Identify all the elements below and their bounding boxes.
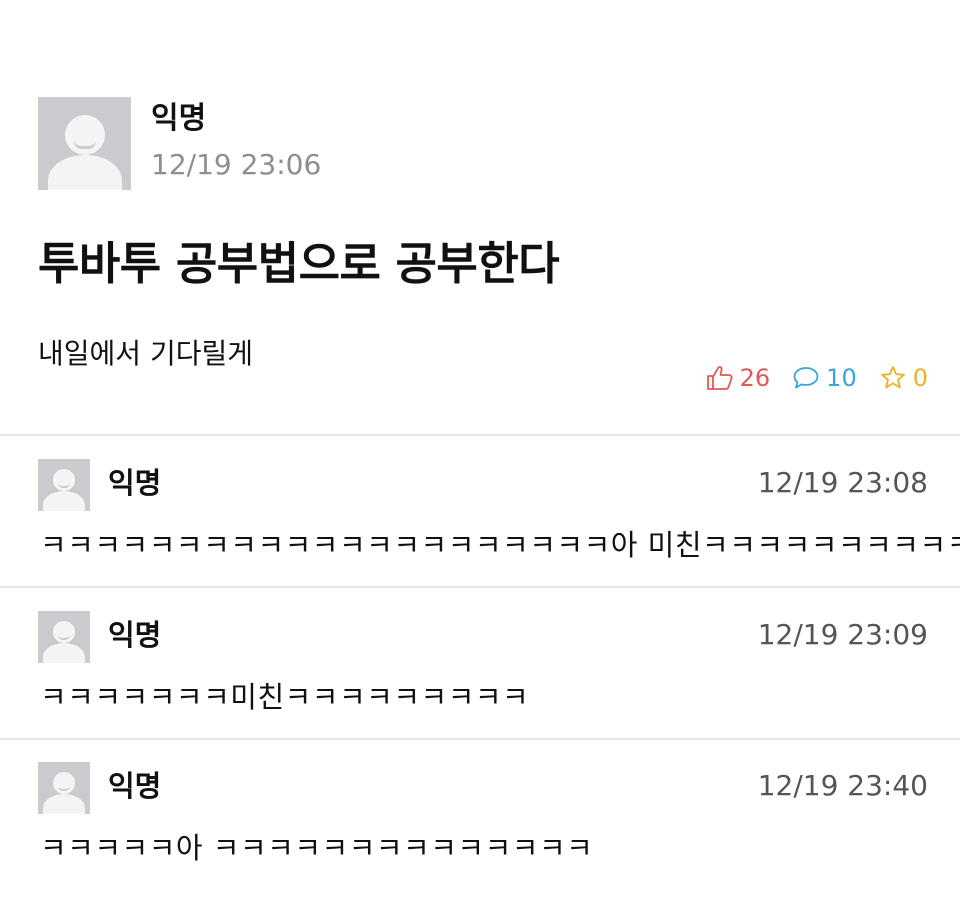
comment-item: 익명 12/19 23:08 ㅋㅋㅋㅋㅋㅋㅋㅋㅋㅋㅋㅋㅋㅋㅋㅋㅋㅋㅋㅋㅋ아 미친… <box>38 459 960 589</box>
post-author: 익명 <box>151 101 207 136</box>
like-button[interactable]: 26 <box>706 364 771 392</box>
like-count: 26 <box>739 364 771 392</box>
post-body: 내일에서 기다릴게 <box>38 337 253 370</box>
divider <box>0 586 960 588</box>
comment-avatar[interactable] <box>38 459 90 511</box>
comment-time: 12/19 23:09 <box>757 618 928 651</box>
post-title: 투바투 공부법으로 공부한다 <box>38 237 560 290</box>
post-time: 12/19 23:06 <box>151 148 322 181</box>
post-stats: 26 10 0 <box>684 364 928 392</box>
comment-text: ㅋㅋㅋㅋㅋㅋㅋㅋㅋㅋㅋㅋㅋㅋㅋㅋㅋㅋㅋㅋㅋ아 미친ㅋㅋㅋㅋㅋㅋㅋㅋㅋㅋ <box>40 528 960 562</box>
avatar-body-shape <box>43 794 85 814</box>
avatar-body-shape <box>43 491 85 511</box>
avatar-body-shape <box>47 155 122 190</box>
comment-text: ㅋㅋㅋㅋㅋㅋㅋ미친ㅋㅋㅋㅋㅋㅋㅋㅋㅋ <box>40 680 530 714</box>
speech-bubble-icon <box>793 367 819 389</box>
comment-time: 12/19 23:08 <box>757 466 928 499</box>
comment-author: 익명 <box>108 618 162 652</box>
post-avatar[interactable] <box>38 97 131 190</box>
comment-item: 익명 12/19 23:40 ㅋㅋㅋㅋㅋ아 ㅋㅋㅋㅋㅋㅋㅋㅋㅋㅋㅋㅋㅋㅋ <box>38 762 928 892</box>
comment-avatar[interactable] <box>38 762 90 814</box>
comment-time: 12/19 23:40 <box>757 769 928 802</box>
avatar-body-shape <box>43 643 85 663</box>
scrap-count: 0 <box>912 364 928 392</box>
comment-item: 익명 12/19 23:09 ㅋㅋㅋㅋㅋㅋㅋ미친ㅋㅋㅋㅋㅋㅋㅋㅋㅋ <box>38 611 928 741</box>
post-meta: 익명 12/19 23:06 <box>151 97 321 181</box>
comment-count-button[interactable]: 10 <box>792 364 857 392</box>
comment-author: 익명 <box>108 466 162 500</box>
post-header: 익명 12/19 23:06 <box>38 97 321 190</box>
divider <box>0 738 960 740</box>
scrap-button[interactable]: 0 <box>879 364 928 392</box>
divider <box>0 434 960 436</box>
thumbs-up-icon <box>706 366 733 390</box>
comment-author: 익명 <box>108 769 162 803</box>
star-icon <box>880 366 905 389</box>
avatar-head-shape <box>64 115 105 155</box>
comment-avatar[interactable] <box>38 611 90 663</box>
comment-count: 10 <box>826 364 857 392</box>
comment-text: ㅋㅋㅋㅋㅋ아 ㅋㅋㅋㅋㅋㅋㅋㅋㅋㅋㅋㅋㅋㅋ <box>40 831 594 865</box>
